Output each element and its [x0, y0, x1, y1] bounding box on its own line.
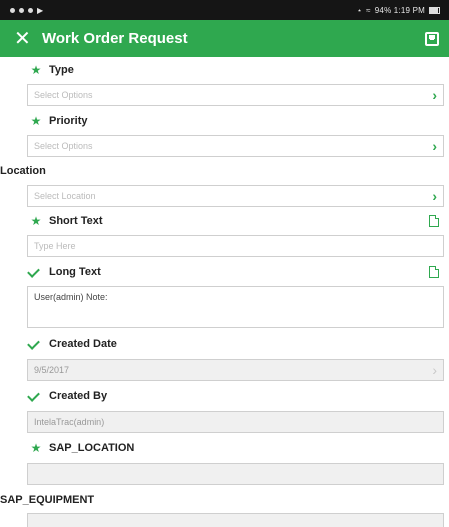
priority-select[interactable]: Select Options › — [27, 135, 444, 157]
app-bar: ✕ Work Order Request — [0, 20, 449, 57]
chevron-right-icon: › — [432, 138, 437, 154]
document-icon[interactable] — [429, 215, 439, 227]
type-label: Type — [49, 64, 74, 76]
priority-label: Priority — [49, 115, 88, 127]
status-bar-notifications: ▶ — [10, 6, 43, 15]
priority-placeholder: Select Options — [34, 141, 93, 151]
location-select[interactable]: Select Location › — [27, 185, 444, 207]
notification-icon — [10, 7, 15, 13]
type-select[interactable]: Select Options › — [27, 84, 444, 106]
status-bar-time: 94% 1:19 PM — [374, 5, 425, 15]
type-placeholder: Select Options — [34, 90, 93, 100]
sap-equipment-label-row: SAP_EQUIPMENT — [0, 489, 441, 511]
created-by-field: IntelaTrac(admin) — [27, 411, 444, 433]
location-placeholder: Select Location — [34, 191, 96, 201]
play-icon: ▶ — [37, 5, 44, 15]
sap-location-label: SAP_LOCATION — [49, 442, 135, 454]
created-date-label-row: Created Date — [27, 333, 441, 355]
notification-icon — [28, 7, 33, 13]
page-title: Work Order Request — [42, 30, 188, 47]
required-star-icon: ★ — [30, 214, 42, 228]
location-label: Location — [0, 165, 46, 177]
created-by-label-row: Created By — [27, 385, 441, 407]
short-text-input[interactable]: Type Here — [27, 235, 444, 257]
save-icon[interactable] — [425, 31, 439, 46]
short-text-placeholder: Type Here — [34, 241, 76, 251]
short-text-label-row: ★ Short Text — [27, 210, 441, 232]
battery-icon — [429, 6, 440, 14]
created-by-value: IntelaTrac(admin) — [34, 417, 105, 427]
sap-location-field[interactable] — [27, 463, 444, 485]
location-label-row: Location — [0, 160, 441, 182]
sap-location-label-row: ★ SAP_LOCATION — [27, 437, 441, 459]
type-label-row: ★ Type — [27, 59, 441, 81]
priority-label-row: ★ Priority — [27, 110, 441, 132]
chevron-right-icon: › — [432, 87, 437, 103]
created-date-field[interactable]: 9/5/2017 › — [27, 359, 444, 381]
short-text-label: Short Text — [49, 215, 103, 227]
check-icon — [27, 390, 45, 402]
long-text-textarea[interactable]: User(admin) Note: — [27, 286, 444, 328]
sap-equipment-label: SAP_EQUIPMENT — [0, 494, 95, 506]
created-date-label: Created Date — [49, 338, 117, 350]
check-icon — [27, 338, 45, 350]
created-by-label: Created By — [49, 390, 108, 402]
long-text-label: Long Text — [49, 266, 101, 278]
sap-equipment-field[interactable] — [27, 513, 444, 527]
chevron-right-icon: › — [432, 188, 437, 204]
wifi-icon: ≈ — [366, 5, 371, 15]
status-bar-system: ⋆ ≈ 94% 1:19 PM — [357, 6, 440, 15]
required-star-icon: ★ — [30, 63, 42, 77]
check-icon — [27, 266, 45, 278]
required-star-icon: ★ — [30, 441, 42, 455]
required-star-icon: ★ — [30, 114, 42, 128]
notification-icon — [19, 7, 24, 13]
bluetooth-icon: ⋆ — [356, 5, 363, 15]
document-icon[interactable] — [429, 266, 439, 278]
created-date-value: 9/5/2017 — [34, 365, 70, 375]
close-icon[interactable]: ✕ — [14, 29, 36, 49]
long-text-value: User(admin) Note: — [34, 292, 108, 302]
long-text-label-row: Long Text — [27, 261, 441, 283]
status-bar: ▶ ⋆ ≈ 94% 1:19 PM — [0, 0, 449, 20]
chevron-right-icon: › — [432, 362, 437, 378]
